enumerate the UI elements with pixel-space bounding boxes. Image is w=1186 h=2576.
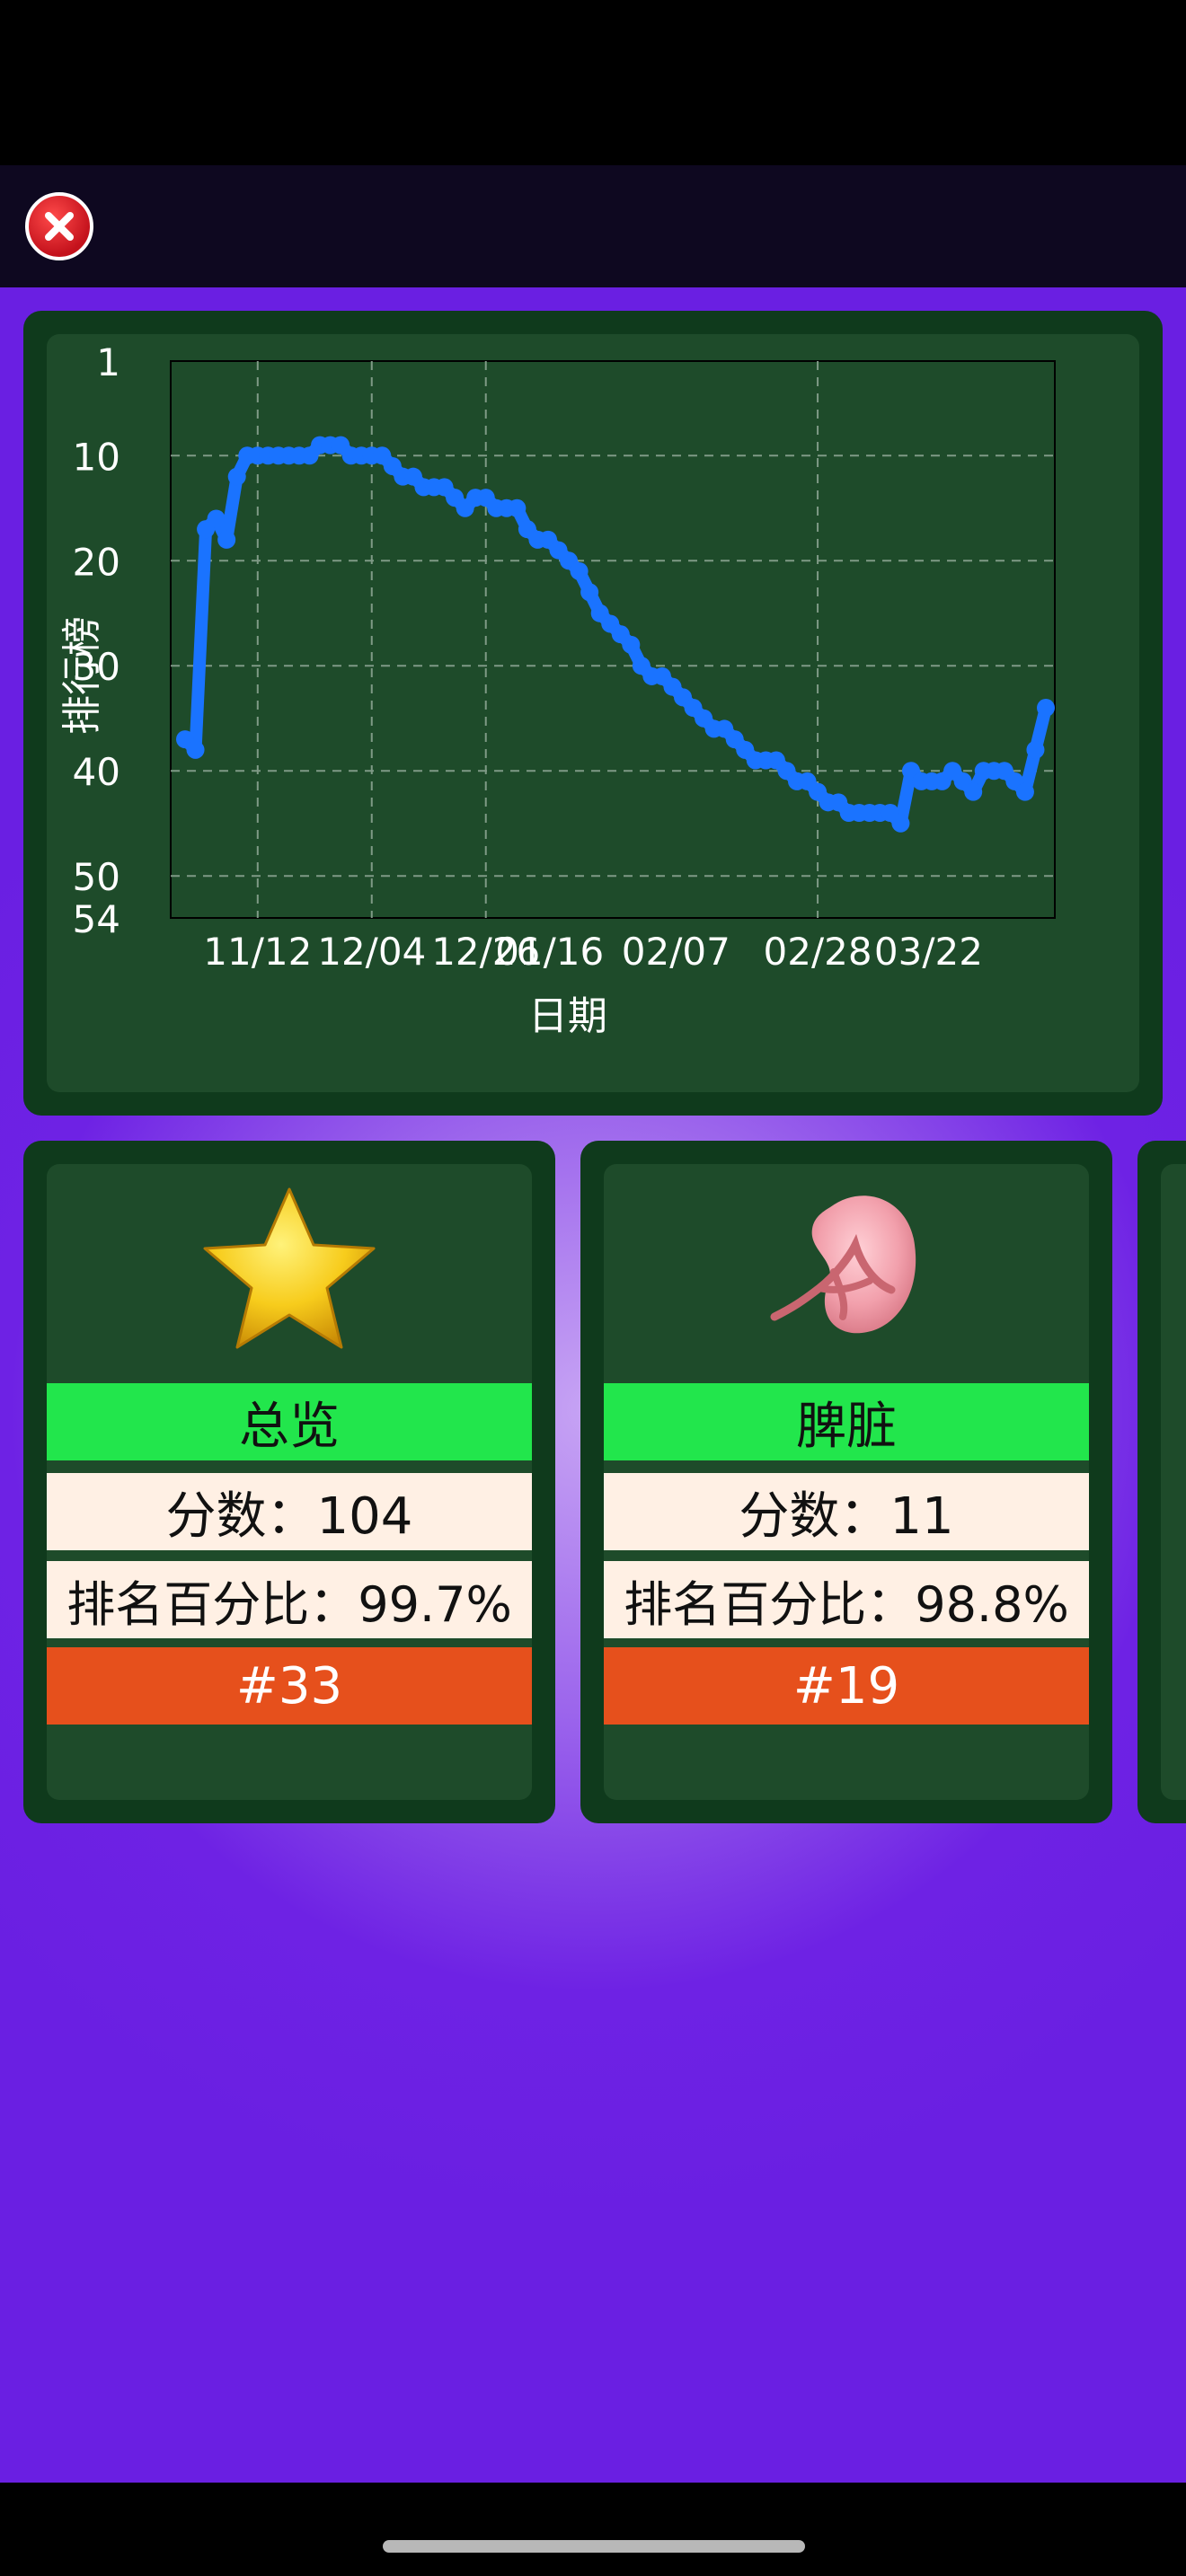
x-tick-label: 12/04 [317, 930, 426, 974]
category-card-partial[interactable] [1137, 1141, 1186, 1823]
y-tick-label: 54 [73, 897, 120, 941]
top-bar [0, 165, 1186, 287]
x-tick-label: 01/16 [495, 930, 604, 974]
ranking-chart: 1102030405054 11/12 12/04 12/2601/16 02/07 0… [59, 340, 1056, 1039]
card-percentile: 排名百分比：99.7% [47, 1561, 532, 1638]
data-point [570, 561, 589, 580]
data-point [580, 583, 599, 602]
card-rank: #19 [604, 1647, 1089, 1725]
data-point [1015, 782, 1034, 801]
data-point [207, 509, 226, 528]
x-tick-label: 02/28 [764, 930, 872, 974]
status-bar [0, 0, 1186, 165]
x-tick-label: 03/22 [874, 930, 983, 974]
card-panel: 脾脏 分数：11 排名百分比：98.8% #19 [604, 1164, 1089, 1800]
x-tick-label: 02/07 [622, 930, 730, 974]
data-point [891, 814, 910, 833]
y-tick-label: 1 [96, 340, 120, 384]
data-point [508, 498, 527, 517]
x-axis-label: 日期 [528, 993, 607, 1039]
data-point [1037, 699, 1055, 718]
data-point [1026, 740, 1045, 759]
card-panel: 总览 分数：104 排名百分比：99.7% #33 [47, 1164, 532, 1800]
data-point [964, 782, 983, 801]
y-tick-label: 50 [73, 855, 120, 899]
card-percentile: 排名百分比：98.8% [604, 1561, 1089, 1638]
card-score: 分数：104 [47, 1473, 532, 1550]
data-point [217, 530, 236, 549]
card-title: 总览 [47, 1383, 532, 1460]
y-tick-label: 20 [73, 540, 120, 584]
data-point [622, 635, 641, 654]
close-button[interactable] [25, 192, 93, 260]
card-title: 脾脏 [604, 1383, 1089, 1460]
star-icon [203, 1187, 376, 1349]
bottom-bar [0, 2483, 1186, 2576]
plot-area [170, 360, 1056, 919]
card-rank: #33 [47, 1647, 532, 1725]
home-indicator[interactable] [383, 2540, 805, 2553]
data-point [186, 740, 205, 759]
close-icon [45, 212, 74, 241]
card-panel [1161, 1164, 1186, 1800]
category-card-spleen[interactable]: 脾脏 分数：11 排名百分比：98.8% #19 [580, 1141, 1112, 1823]
y-tick-label: 40 [73, 750, 120, 794]
y-tick-label: 10 [73, 435, 120, 479]
spleen-icon [770, 1195, 916, 1334]
category-card-overview[interactable]: 总览 分数：104 排名百分比：99.7% #33 [23, 1141, 555, 1823]
x-tick-labels: 11/12 12/04 12/2601/16 02/07 02/28 03/22 [203, 930, 983, 974]
ranking-chart-card: 1 10 20 30 40 50 54 11/12 12/04 12/26 01/16 02/07 0… [23, 311, 1163, 1116]
data-point [227, 467, 246, 486]
card-score: 分数：11 [604, 1473, 1089, 1550]
y-axis-label: 排行榜 [59, 616, 105, 735]
ranking-chart-panel: 1 10 20 30 40 50 54 11/12 12/04 12/26 01/16 02/07 0… [47, 334, 1139, 1092]
x-tick-label: 11/12 [203, 930, 312, 974]
